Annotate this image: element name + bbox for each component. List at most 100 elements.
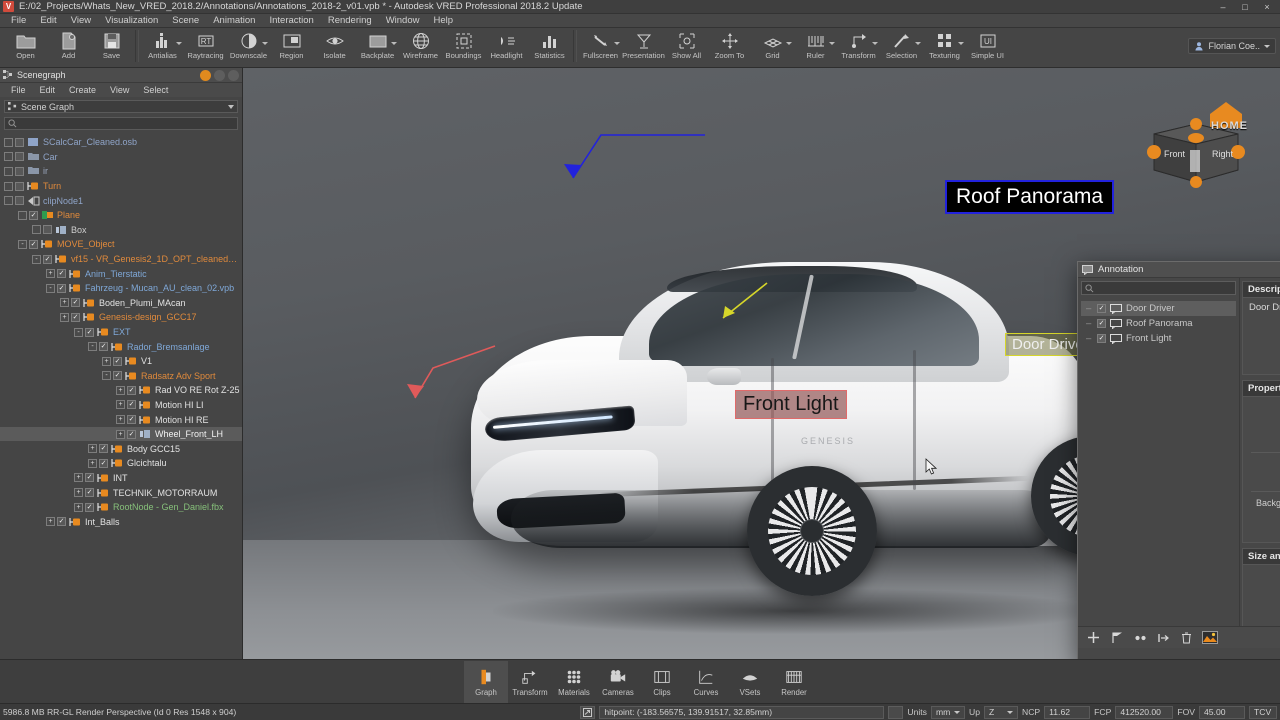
tree-expander[interactable]: + bbox=[74, 488, 83, 498]
panel-close-button[interactable] bbox=[228, 69, 239, 81]
tree-visibility-checkbox[interactable]: ✓ bbox=[127, 400, 136, 410]
tree-expander[interactable]: + bbox=[88, 444, 97, 454]
dock-button-curves[interactable]: Curves bbox=[684, 661, 728, 703]
tree-node[interactable]: ✓ Plane bbox=[0, 208, 242, 223]
ncp-field[interactable]: 11.62 bbox=[1044, 705, 1091, 719]
tree-visibility-checkbox[interactable]: ✓ bbox=[57, 269, 66, 279]
dock-button-vsets[interactable]: VSets bbox=[728, 661, 772, 703]
toolbar-button-presentation[interactable]: Presentation bbox=[622, 28, 665, 68]
scenegraph-menu-edit[interactable]: Edit bbox=[33, 83, 63, 97]
annotation-list-item[interactable]: – ✓ Roof Panorama bbox=[1081, 316, 1236, 331]
tree-visibility-checkbox[interactable]: ✓ bbox=[127, 429, 136, 439]
toolbar-button-selection[interactable]: Selection bbox=[880, 28, 923, 68]
tree-expander[interactable]: + bbox=[46, 517, 55, 527]
tcv-button[interactable]: TCV bbox=[1249, 705, 1277, 719]
tree-node[interactable]: + ✓ Boden_Plumi_MAcan bbox=[0, 296, 242, 311]
tree-expander[interactable]: + bbox=[88, 458, 97, 468]
tree-expander[interactable]: + bbox=[60, 312, 69, 322]
dock-button-materials[interactable]: Materials bbox=[552, 661, 596, 703]
tree-expander[interactable]: - bbox=[74, 327, 83, 337]
tree-node[interactable]: + ✓ Body GCC15 bbox=[0, 441, 242, 456]
tree-visibility-checkbox[interactable]: ✓ bbox=[99, 444, 108, 454]
annotation-list-item[interactable]: – ✓ Front Light bbox=[1081, 331, 1236, 346]
units-select[interactable]: mm bbox=[930, 705, 965, 719]
tree-visibility-checkbox[interactable] bbox=[15, 166, 24, 176]
tree-visibility-checkbox[interactable]: ✓ bbox=[85, 502, 94, 512]
tree-visibility-checkbox[interactable]: ✓ bbox=[85, 327, 94, 337]
toolbar-button-add[interactable]: Add bbox=[47, 28, 90, 68]
toolbar-button-raytracing[interactable]: RT Raytracing bbox=[184, 28, 227, 68]
flag-icon[interactable] bbox=[1110, 631, 1123, 644]
annotation-list-item[interactable]: – ✓ Door Driver bbox=[1081, 301, 1236, 316]
tree-visibility-checkbox[interactable]: ✓ bbox=[71, 312, 80, 322]
chevron-down-icon[interactable] bbox=[391, 42, 397, 45]
toolbar-button-save[interactable]: Save bbox=[90, 28, 133, 68]
image-icon[interactable] bbox=[1202, 631, 1218, 644]
navcube-face-front[interactable]: Front bbox=[1164, 149, 1185, 159]
tree-visibility-checkbox[interactable] bbox=[43, 225, 52, 235]
tree-expander[interactable]: - bbox=[32, 254, 41, 264]
chevron-down-icon[interactable] bbox=[228, 104, 234, 109]
user-account-chip[interactable]: Florian Coe.. bbox=[1188, 38, 1276, 54]
tree-visibility-checkbox[interactable] bbox=[15, 152, 24, 162]
tree-visibility-checkbox[interactable]: ✓ bbox=[85, 473, 94, 483]
tree-expander[interactable]: + bbox=[102, 356, 111, 366]
tree-node[interactable]: + ✓ Motion HI LI bbox=[0, 398, 242, 413]
panel-undock-button[interactable] bbox=[214, 69, 225, 81]
tree-node[interactable]: + ✓ RootNode - Gen_Daniel.fbx bbox=[0, 500, 242, 515]
annotation-label-front-light[interactable]: Front Light bbox=[735, 390, 847, 419]
dock-button-clips[interactable]: Clips bbox=[640, 661, 684, 703]
home-label[interactable]: HOME bbox=[1211, 120, 1248, 132]
menu-item-scene[interactable]: Scene bbox=[165, 14, 206, 28]
viewport-toggle-button[interactable] bbox=[888, 705, 904, 719]
tree-node[interactable]: clipNode1 bbox=[0, 193, 242, 208]
toolbar-button-fullscreen[interactable]: Fullscreen bbox=[579, 28, 622, 68]
toolbar-button-antialias[interactable]: Antialias bbox=[141, 28, 184, 68]
toolbar-button-open[interactable]: Open bbox=[4, 28, 47, 68]
tree-expander[interactable]: + bbox=[116, 429, 125, 439]
menu-item-visualization[interactable]: Visualization bbox=[98, 14, 165, 28]
tree-expander[interactable]: + bbox=[74, 473, 83, 483]
annotation-visibility-checkbox[interactable]: ✓ bbox=[1097, 319, 1106, 328]
tree-expander[interactable]: - bbox=[46, 283, 55, 293]
add-annotation-icon[interactable] bbox=[1087, 631, 1100, 644]
tree-visibility-checkbox[interactable]: ✓ bbox=[113, 371, 122, 381]
menu-item-rendering[interactable]: Rendering bbox=[321, 14, 379, 28]
chevron-down-icon[interactable] bbox=[262, 42, 268, 45]
toolbar-button-headlight[interactable]: Headlight bbox=[485, 28, 528, 68]
hitpoint-field[interactable]: hitpoint: (-183.56575, 139.91517, 32.85m… bbox=[599, 705, 885, 719]
tree-node[interactable]: - ✓ EXT bbox=[0, 325, 242, 340]
toolbar-button-ruler[interactable]: Ruler bbox=[794, 28, 837, 68]
tree-visibility-checkbox[interactable]: ✓ bbox=[99, 342, 108, 352]
toolbar-button-zoom-to[interactable]: Zoom To bbox=[708, 28, 751, 68]
tree-node[interactable]: + ✓ Wheel_Front_LH bbox=[0, 426, 242, 442]
annotation-list[interactable]: – ✓ Door Driver – ✓ Roof Panorama – ✓ Fr… bbox=[1081, 301, 1236, 346]
toolbar-button-region[interactable]: Region bbox=[270, 28, 313, 68]
fcp-field[interactable]: 412520.00 bbox=[1115, 705, 1174, 719]
menu-item-animation[interactable]: Animation bbox=[206, 14, 262, 28]
tree-node[interactable]: - ✓ MOVE_Object bbox=[0, 237, 242, 252]
tree-expander[interactable]: + bbox=[46, 269, 55, 279]
scenegraph-menu-file[interactable]: File bbox=[4, 83, 33, 97]
menu-item-window[interactable]: Window bbox=[379, 14, 427, 28]
tree-visibility-checkbox[interactable]: ✓ bbox=[57, 283, 66, 293]
jump-to-icon[interactable] bbox=[1158, 632, 1171, 644]
toolbar-button-transform[interactable]: Transform bbox=[837, 28, 880, 68]
tree-node[interactable]: Car bbox=[0, 150, 242, 165]
scenegraph-menu-select[interactable]: Select bbox=[136, 83, 175, 97]
toolbar-button-texturing[interactable]: Texturing bbox=[923, 28, 966, 68]
tree-expander[interactable] bbox=[18, 210, 27, 220]
toolbar-button-show-all[interactable]: Show All bbox=[665, 28, 708, 68]
chevron-down-icon[interactable] bbox=[872, 42, 878, 45]
scenegraph-mode-combo[interactable]: Scene Graph bbox=[4, 100, 238, 113]
trash-icon[interactable] bbox=[1181, 631, 1192, 644]
tree-node[interactable]: + ✓ V1 bbox=[0, 354, 242, 369]
dock-button-graph[interactable]: Graph bbox=[464, 660, 508, 703]
chevron-down-icon[interactable] bbox=[1264, 44, 1270, 48]
navcube-face-right[interactable]: Right bbox=[1212, 149, 1233, 159]
annotation-label-roof-panorama[interactable]: Roof Panorama bbox=[945, 180, 1115, 214]
tree-expander[interactable] bbox=[4, 137, 13, 147]
tree-node[interactable]: + ✓ Rad VO RE Rot Z-25 bbox=[0, 383, 242, 398]
maximize-button[interactable]: □ bbox=[1234, 0, 1256, 14]
up-axis-select[interactable]: Z bbox=[983, 705, 1018, 719]
